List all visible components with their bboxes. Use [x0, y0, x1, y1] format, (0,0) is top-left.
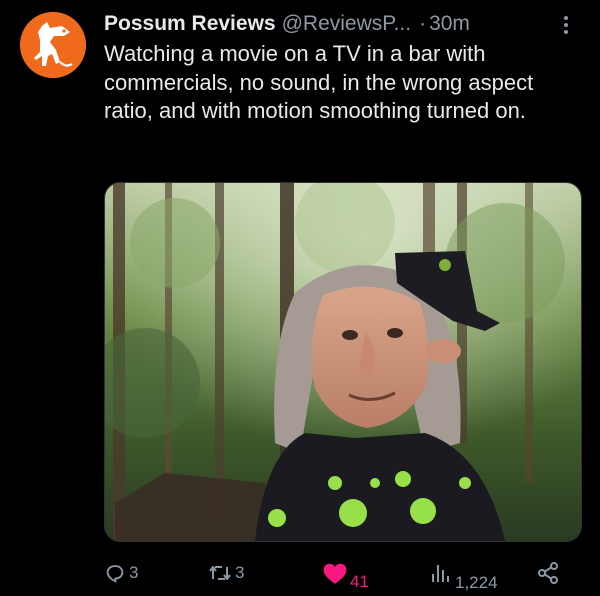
- retweet-count: 3: [235, 563, 245, 582]
- share-button[interactable]: [536, 558, 560, 588]
- heart-icon: [323, 563, 347, 584]
- reply-button[interactable]: 3: [104, 558, 138, 588]
- retweet-icon: [209, 566, 231, 580]
- reply-count: 3: [129, 563, 139, 582]
- more-options-icon[interactable]: [556, 12, 576, 38]
- retweet-button[interactable]: 3: [208, 558, 244, 588]
- photo-image: [105, 183, 581, 541]
- possum-icon: [20, 12, 86, 78]
- like-button[interactable]: 41: [322, 558, 369, 591]
- post-actions: 3 3 41 1,224: [104, 552, 584, 592]
- post-image[interactable]: [104, 182, 582, 542]
- post-timestamp[interactable]: 30m: [429, 12, 470, 36]
- post-header: Possum Reviews @ReviewsP... · 30m: [104, 8, 582, 40]
- author-name[interactable]: Possum Reviews: [104, 12, 276, 36]
- author-handle[interactable]: @ReviewsP...: [282, 12, 411, 36]
- views-count: 1,224: [455, 573, 498, 592]
- views-button[interactable]: 1,224: [430, 558, 498, 592]
- post-text: Watching a movie on a TV in a bar with c…: [104, 41, 534, 123]
- separator-dot: ·: [419, 12, 427, 35]
- reply-icon: [106, 565, 124, 583]
- views-chart-icon: [432, 565, 449, 582]
- avatar[interactable]: [20, 12, 86, 78]
- share-icon: [538, 562, 558, 584]
- like-count: 41: [350, 572, 369, 591]
